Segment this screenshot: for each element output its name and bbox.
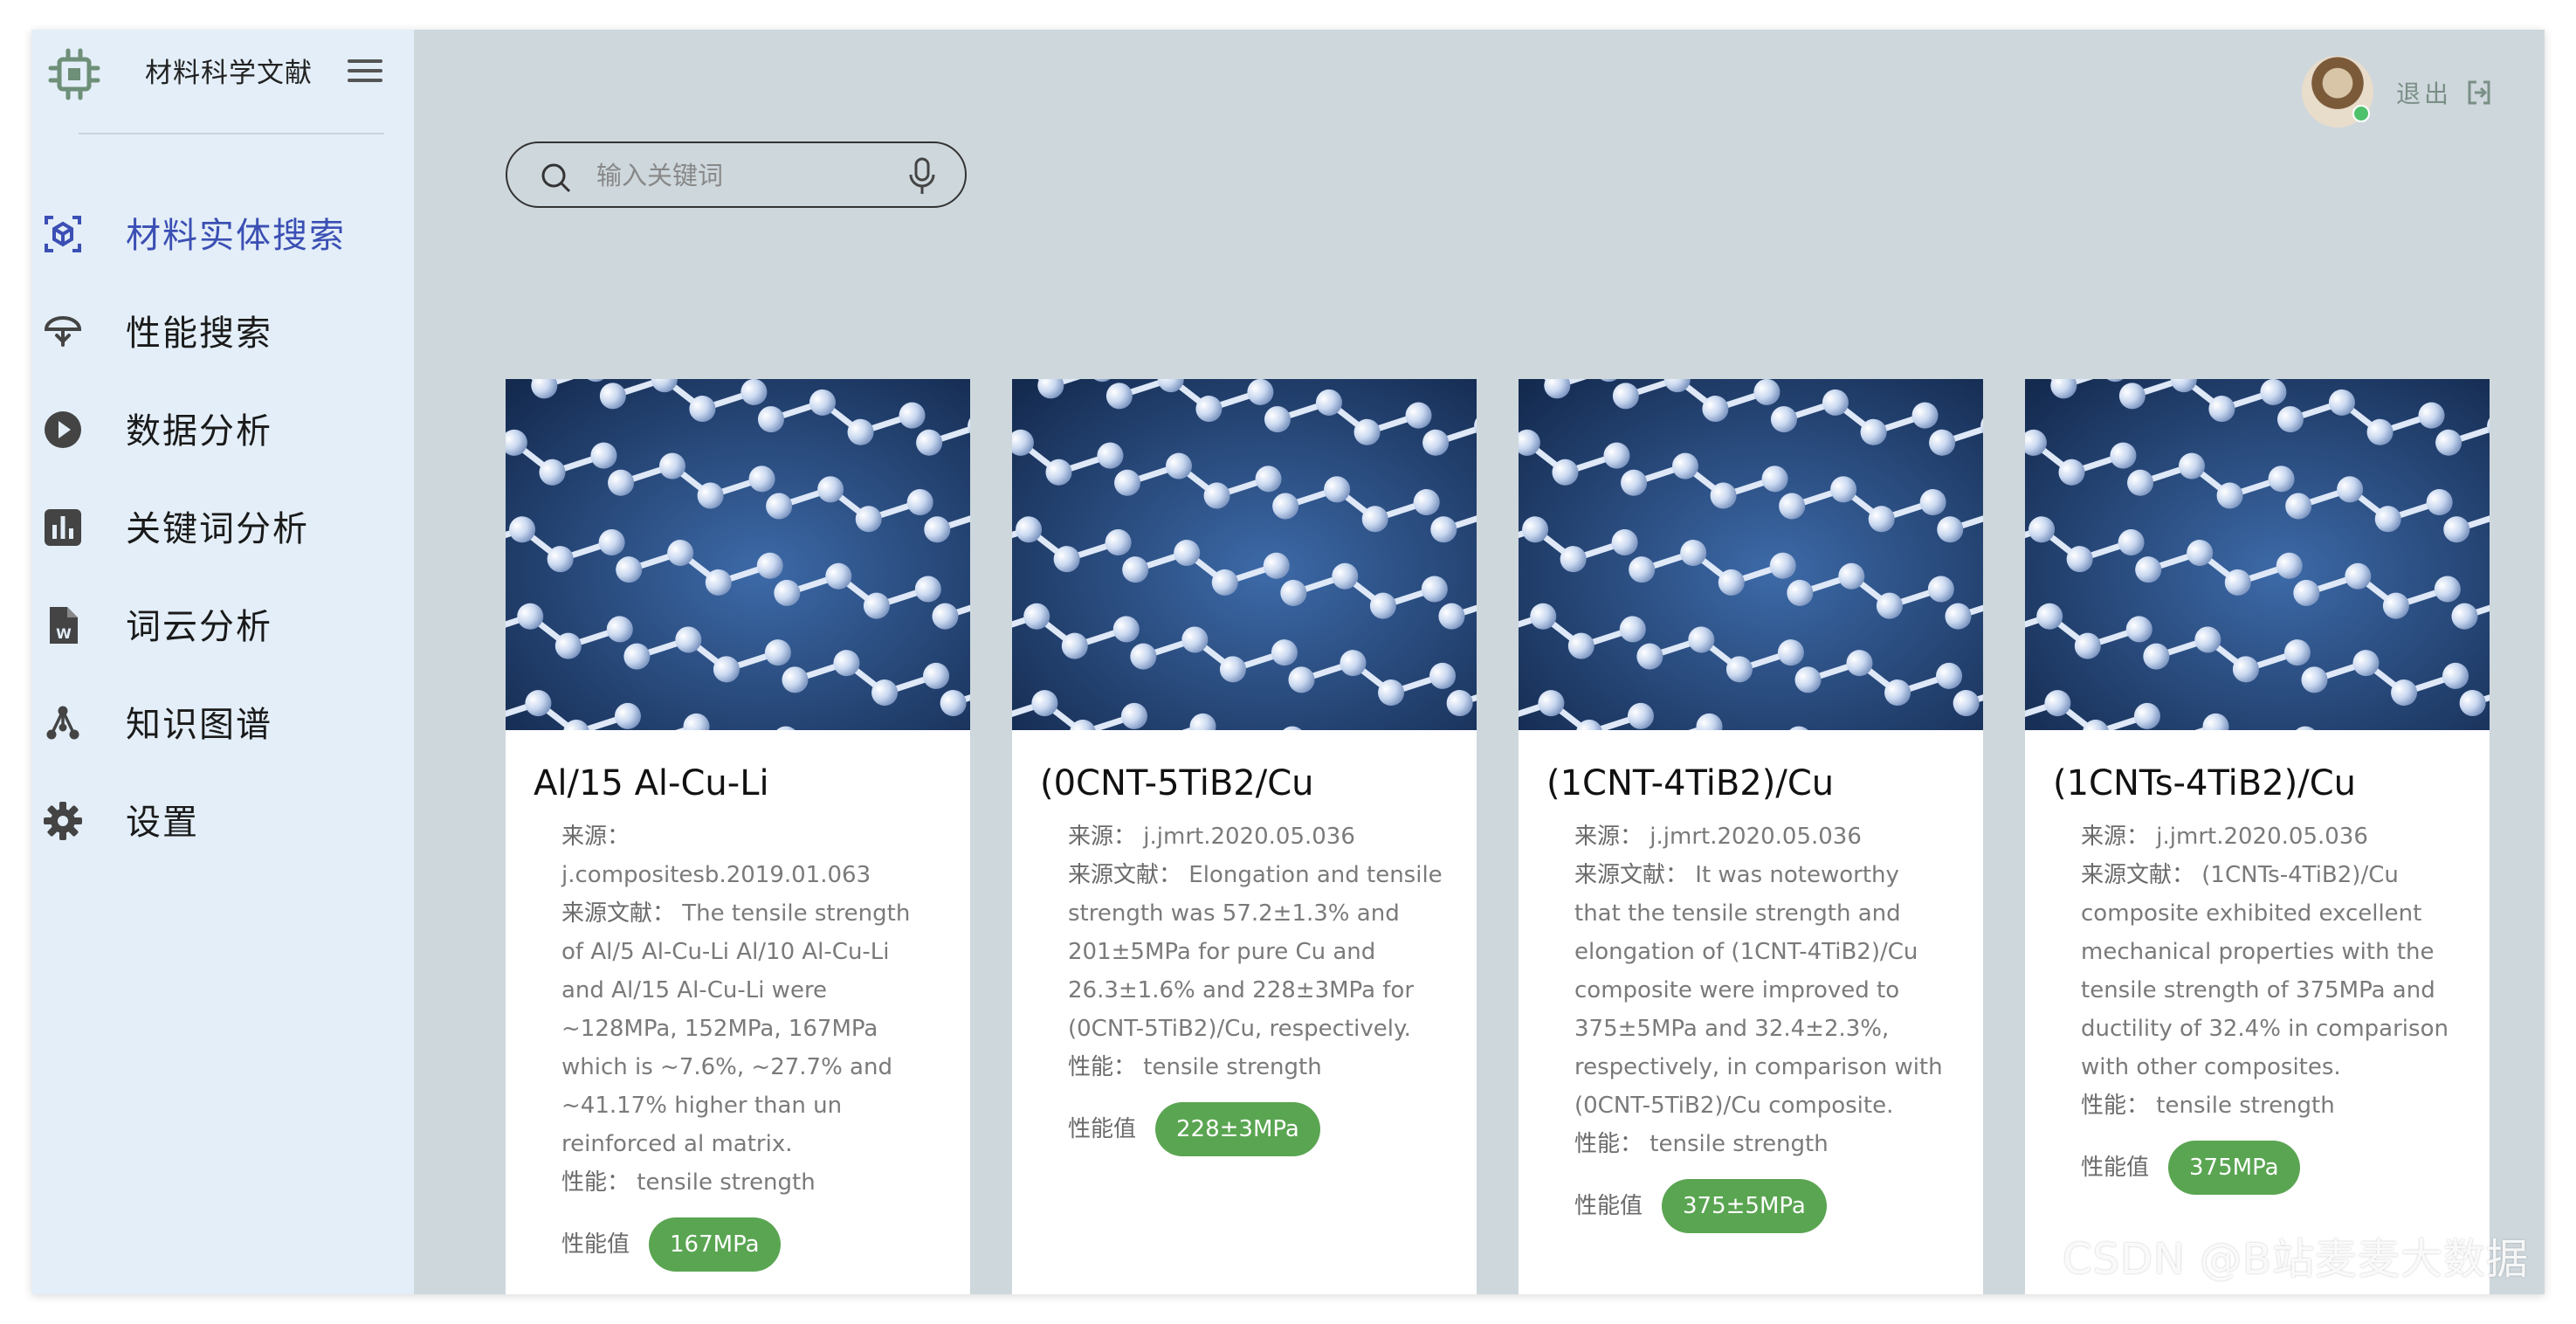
brand-header: 材料科学文献 — [31, 30, 414, 133]
logout-button[interactable]: 退出 — [2396, 75, 2492, 110]
search-box — [506, 141, 967, 208]
gear-icon — [40, 798, 86, 844]
card-body: 来源： j.jmrt.2020.05.036 来源文献： Elongation … — [1068, 817, 1443, 1156]
nav-item-settings[interactable]: 设置 — [31, 774, 414, 872]
prop-key: 性能： — [2081, 1093, 2150, 1119]
material-card[interactable]: (1CNTs-4TiB2)/Cu 来源： j.jmrt.2020.05.036 … — [2025, 379, 2490, 1294]
doc-key: 来源文献： — [1574, 862, 1689, 888]
source-key: 来源： — [1068, 824, 1137, 850]
card-title: (1CNTs-4TiB2)/Cu — [2053, 763, 2357, 803]
nav-item-wordcloud-analysis[interactable]: W 词云分析 — [31, 578, 414, 676]
source-value: j.compositesb.2019.01.063 — [561, 862, 871, 888]
prop-value: tensile strength — [637, 1169, 816, 1196]
value-key: 性能值 — [2081, 1155, 2150, 1181]
nav-label: 数据分析 — [126, 411, 272, 452]
app-title: 材料科学文献 — [145, 58, 313, 89]
value-key: 性能值 — [1068, 1116, 1137, 1142]
graphene-lattice-image — [1012, 379, 1477, 730]
value-badge: 167MPa — [649, 1217, 781, 1272]
logout-icon — [2468, 80, 2490, 105]
value-badge: 228±3MPa — [1155, 1102, 1320, 1156]
nav-label: 材料实体搜索 — [126, 216, 346, 256]
menu-toggle-icon[interactable] — [348, 59, 382, 89]
doc-text: (1CNTs-4TiB2)/Cu composite exhibited exc… — [2081, 862, 2449, 1080]
card-title: (0CNT-5TiB2/Cu — [1040, 763, 1314, 803]
source-key: 来源： — [2081, 824, 2150, 850]
word-file-icon: W — [40, 603, 86, 648]
prop-value: tensile strength — [1143, 1054, 1322, 1080]
nav-label: 设置 — [126, 803, 199, 843]
source-key: 来源： — [561, 824, 630, 850]
nav-label: 性能搜索 — [126, 314, 272, 354]
nav-item-keyword-analysis[interactable]: 关键词分析 — [31, 480, 414, 578]
watermark: CSDN @B站麦麦大数据 — [2062, 1235, 2529, 1284]
app-window: 材料科学文献 材料实体搜索 性能搜索 数据分析 关键词分析 W 词云分析 知识图… — [31, 30, 2545, 1294]
material-card[interactable]: Al/15 Al-Cu-Li 来源： j.compositesb.2019.01.… — [506, 379, 970, 1294]
value-key: 性能值 — [1574, 1193, 1643, 1219]
nav-item-entity-search[interactable]: 材料实体搜索 — [31, 187, 414, 285]
logout-label: 退出 — [2396, 79, 2453, 108]
nav-item-performance-search[interactable]: 性能搜索 — [31, 285, 414, 383]
chip-logo-icon — [48, 48, 100, 100]
entity-search-icon — [40, 211, 86, 257]
value-badge: 375MPa — [2168, 1141, 2300, 1195]
doc-key: 来源文献： — [561, 900, 676, 927]
performance-icon — [40, 309, 86, 355]
card-body: 来源： j.jmrt.2020.05.036 来源文献： (1CNTs-4TiB… — [2081, 817, 2456, 1195]
divider — [79, 133, 384, 134]
avatar[interactable] — [2302, 56, 2373, 128]
bar-chart-icon — [40, 505, 86, 550]
nav-menu: 材料实体搜索 性能搜索 数据分析 关键词分析 W 词云分析 知识图谱 设置 — [31, 187, 414, 872]
prop-value: tensile strength — [1650, 1131, 1829, 1157]
prop-key: 性能： — [1574, 1131, 1643, 1157]
source-value: j.jmrt.2020.05.036 — [1650, 824, 1862, 850]
prop-key: 性能： — [1068, 1054, 1137, 1080]
graph-icon — [40, 700, 86, 746]
source-value: j.jmrt.2020.05.036 — [1143, 824, 1355, 850]
microphone-icon[interactable] — [907, 157, 937, 196]
search-icon[interactable] — [541, 162, 572, 194]
sidebar: 材料科学文献 材料实体搜索 性能搜索 数据分析 关键词分析 W 词云分析 知识图… — [31, 30, 414, 1294]
doc-text: Elongation and tensile strength was 57.2… — [1068, 862, 1443, 1042]
prop-value: tensile strength — [2156, 1093, 2335, 1119]
card-title: (1CNT-4TiB2)/Cu — [1546, 763, 1835, 803]
doc-text: It was noteworthy that the tensile stren… — [1574, 862, 1943, 1119]
play-circle-icon — [40, 407, 86, 452]
card-title: Al/15 Al-Cu-Li — [534, 763, 769, 803]
graphene-lattice-image — [506, 379, 970, 730]
nav-item-knowledge-graph[interactable]: 知识图谱 — [31, 676, 414, 774]
nav-label: 知识图谱 — [126, 705, 272, 745]
online-status-dot — [2352, 105, 2370, 122]
value-key: 性能值 — [561, 1231, 630, 1258]
doc-text: The tensile strength of Al/5 Al-Cu-Li Al… — [561, 900, 911, 1157]
nav-label: 词云分析 — [126, 607, 272, 647]
material-card[interactable]: (0CNT-5TiB2/Cu 来源： j.jmrt.2020.05.036 来源… — [1012, 379, 1477, 1294]
graphene-lattice-image — [2025, 379, 2490, 730]
source-value: j.jmrt.2020.05.036 — [2156, 824, 2368, 850]
source-key: 来源： — [1574, 824, 1643, 850]
doc-key: 来源文献： — [2081, 862, 2195, 888]
prop-key: 性能： — [561, 1169, 630, 1196]
doc-key: 来源文献： — [1068, 862, 1182, 888]
value-badge: 375±5MPa — [1662, 1179, 1827, 1233]
card-body: 来源： j.jmrt.2020.05.036 来源文献： It was note… — [1574, 817, 1950, 1233]
card-body: 来源： j.compositesb.2019.01.063 来源文献： The t… — [561, 817, 937, 1272]
graphene-lattice-image — [1519, 379, 1983, 730]
nav-label: 关键词分析 — [126, 509, 309, 549]
nav-item-data-analysis[interactable]: 数据分析 — [31, 383, 414, 480]
search-input[interactable] — [595, 152, 878, 199]
material-card[interactable]: (1CNT-4TiB2)/Cu 来源： j.jmrt.2020.05.036 来… — [1519, 379, 1983, 1294]
svg-text:W: W — [56, 625, 72, 642]
